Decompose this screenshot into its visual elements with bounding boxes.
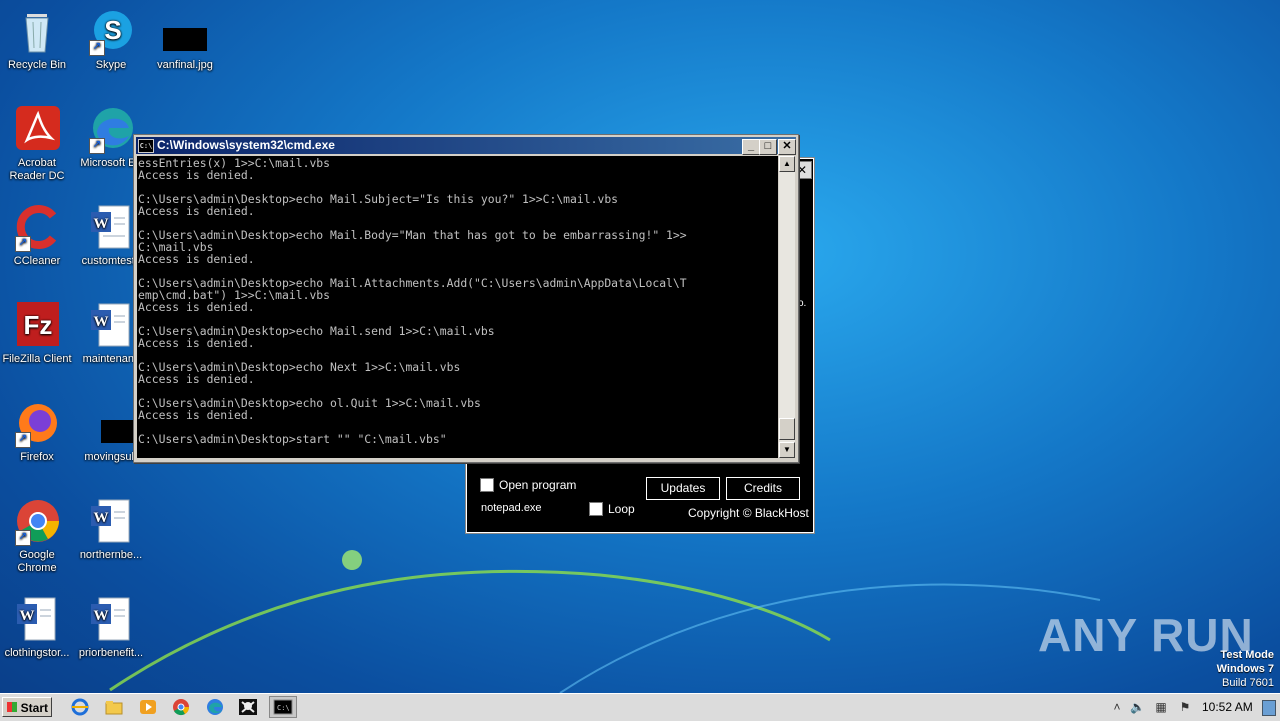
image-file-icon (161, 8, 209, 56)
start-button[interactable]: Start (2, 697, 52, 717)
scroll-up-icon[interactable]: ▲ (779, 156, 795, 172)
firefox-icon: ↗ (13, 400, 61, 448)
show-hidden-icons[interactable]: ˄ (1110, 700, 1124, 714)
desktop-icon-label: Acrobat Reader DC (9, 157, 65, 182)
desktop-icon-priorbenefit[interactable]: W priorbenefit... (74, 596, 148, 660)
scroll-thumb[interactable] (779, 418, 795, 440)
maximize-button[interactable]: □ (759, 139, 777, 155)
word-doc-icon: W (87, 596, 135, 644)
minimize-button[interactable]: _ (742, 139, 760, 155)
open-program-checkbox[interactable] (480, 478, 494, 492)
shortcut-arrow-icon: ↗ (89, 40, 105, 56)
windows-logo-icon (7, 702, 17, 712)
os-label: Windows 7 (1216, 663, 1274, 675)
credits-button[interactable]: Credits (726, 477, 800, 500)
svg-text:W: W (20, 608, 35, 624)
svg-text:C:\: C:\ (277, 704, 290, 712)
loop-checkbox[interactable] (589, 502, 603, 516)
desktop-icon-chrome[interactable]: ↗ Google Chrome (0, 498, 74, 575)
word-doc-icon: W (87, 498, 135, 546)
cmd-taskbar-icon: C:\ (273, 699, 293, 715)
desktop-icon-acrobat[interactable]: Acrobat Reader DC (0, 106, 74, 183)
skype-icon: S ↗ (87, 8, 135, 56)
chrome-taskbar-icon[interactable] (171, 698, 191, 716)
edge-icon: ↗ (87, 106, 135, 154)
cmd-window[interactable]: C:\ C:\Windows\system32\cmd.exe _ □ ✕ es… (133, 134, 799, 463)
svg-text:W: W (94, 314, 109, 330)
action-center-flag-icon[interactable]: ⚑ (1178, 700, 1192, 714)
desktop-icon-filezilla[interactable]: Fz FileZilla Client (0, 302, 74, 366)
svg-text:W: W (94, 608, 109, 624)
desktop-icon-recycle-bin[interactable]: Recycle Bin (0, 8, 74, 72)
shortcut-arrow-icon: ↗ (15, 530, 31, 546)
window-title: C:\Windows\system32\cmd.exe (157, 138, 335, 152)
acrobat-icon (13, 106, 61, 154)
console-text: essEntries(x) 1>>C:\mail.vbs Access is d… (138, 156, 687, 446)
desktop-icon-northernbe[interactable]: W northernbe... (74, 498, 148, 562)
show-desktop-button[interactable] (1262, 700, 1276, 716)
desktop-icon-label: northernbe... (79, 549, 143, 561)
desktop-icon-label: vanfinal.jpg (157, 59, 213, 71)
media-player-icon[interactable] (138, 698, 158, 716)
recycle-bin-icon (13, 8, 61, 56)
shortcut-arrow-icon: ↗ (15, 432, 31, 448)
image-file-icon (87, 400, 135, 448)
desktop-icon-firefox[interactable]: ↗ Firefox (0, 400, 74, 464)
copyright-text: Copyright © BlackHost (688, 506, 809, 520)
desktop-icon-label: Google Chrome (17, 549, 57, 574)
svg-text:W: W (94, 216, 109, 232)
cmd-taskbar-button[interactable]: C:\ (269, 696, 297, 718)
truncated-text: o. (798, 298, 807, 309)
filezilla-icon: Fz (13, 302, 61, 350)
cmd-titlebar[interactable]: C:\ C:\Windows\system32\cmd.exe _ □ ✕ (136, 137, 796, 155)
loop-label: Loop (608, 502, 635, 516)
open-program-label: Open program (499, 478, 577, 492)
clock[interactable]: 10:52 AM (1202, 700, 1253, 714)
chrome-icon: ↗ (13, 498, 61, 546)
desktop-icon-ccleaner[interactable]: ↗ CCleaner (0, 204, 74, 268)
desktop-icon-label: FileZilla Client (2, 353, 72, 365)
svg-text:Fz: Fz (24, 310, 53, 340)
start-label: Start (20, 701, 48, 715)
pirate-app-icon[interactable] (238, 698, 258, 716)
shortcut-arrow-icon: ↗ (89, 138, 105, 154)
desktop-icon-label: Firefox (20, 451, 54, 463)
taskbar: Start C:\ ˄ 🔈 ▦ ⚑ 10:52 AM (0, 693, 1280, 721)
network-icon[interactable]: ▦ (1154, 700, 1168, 714)
svg-text:S: S (104, 15, 121, 45)
desktop-icon-skype[interactable]: S ↗ Skype (74, 8, 148, 72)
word-doc-icon: W (87, 302, 135, 350)
internet-explorer-icon[interactable] (70, 698, 90, 716)
desktop-icon-vanfinal[interactable]: vanfinal.jpg (148, 8, 222, 72)
vertical-scrollbar[interactable]: ▲ ▼ (779, 156, 795, 458)
desktop-icon-label: Recycle Bin (7, 59, 67, 71)
word-doc-icon: W (13, 596, 61, 644)
scroll-down-icon[interactable]: ▼ (779, 442, 795, 458)
ccleaner-icon: ↗ (13, 204, 61, 252)
desktop-icon-label: Skype (95, 59, 127, 71)
desktop-icon-label: priorbenefit... (78, 647, 144, 659)
desktop-icon-label: CCleaner (13, 255, 61, 267)
console-output[interactable]: essEntries(x) 1>>C:\mail.vbs Access is d… (137, 156, 778, 458)
program-name-field[interactable]: notepad.exe (481, 502, 542, 514)
word-doc-icon: W (87, 204, 135, 252)
test-mode-info: Test Mode Windows 7 Build 7601 (1217, 648, 1274, 690)
speaker-icon[interactable]: 🔈 (1130, 700, 1145, 714)
desktop-icon-clothingstor[interactable]: W clothingstor... (0, 596, 74, 660)
desktop-icon-label: clothingstor... (4, 647, 70, 659)
updates-button[interactable]: Updates (646, 477, 720, 500)
svg-text:W: W (94, 510, 109, 526)
build-label: Build 7601 (1222, 677, 1274, 689)
test-mode-label: Test Mode (1220, 649, 1274, 661)
edge-taskbar-icon[interactable] (205, 698, 225, 716)
explorer-folder-icon[interactable] (104, 698, 124, 716)
close-button[interactable]: ✕ (778, 139, 796, 155)
shortcut-arrow-icon: ↗ (15, 236, 31, 252)
cmd-icon: C:\ (138, 139, 154, 153)
